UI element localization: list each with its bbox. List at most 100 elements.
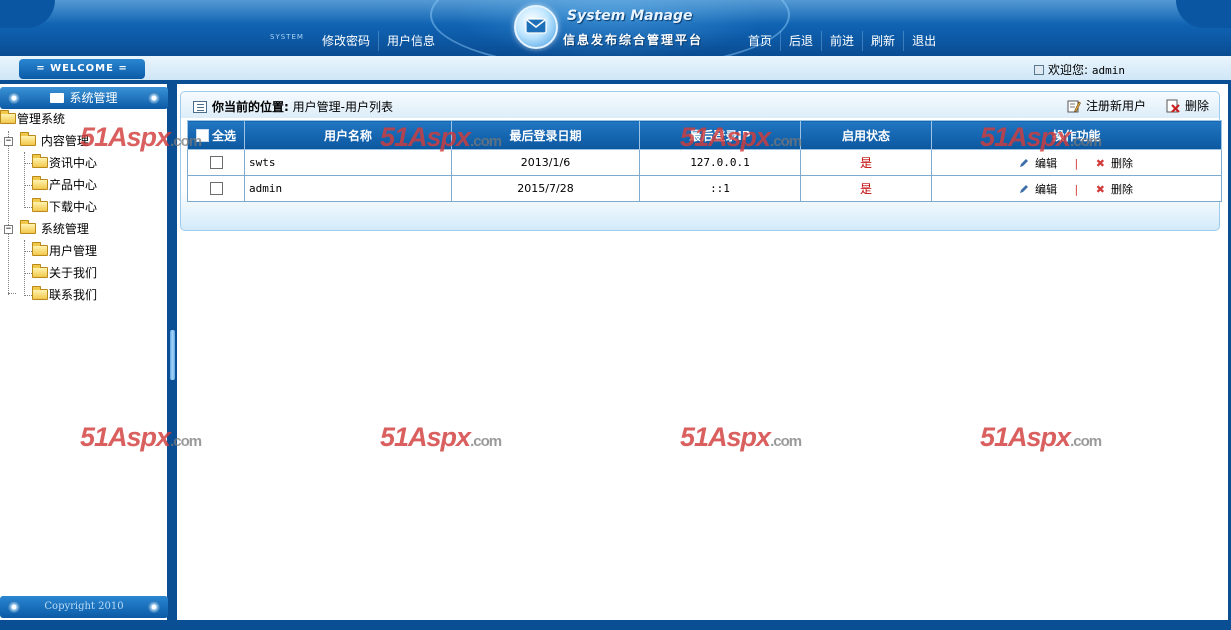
- tree-item-label: 用户管理: [49, 244, 98, 258]
- breadcrumb-path: 用户管理-用户列表: [292, 100, 393, 114]
- col-username: 用户名称: [244, 120, 452, 150]
- cell-username: swts: [244, 149, 452, 176]
- tree-item-downloads[interactable]: 下载中心: [32, 197, 97, 217]
- top-nav-right: 首页 后退 前进 刷新 退出: [740, 31, 944, 51]
- delete-link[interactable]: ✖ 删除: [1096, 157, 1133, 170]
- pencil-icon: [1020, 157, 1029, 167]
- tree-line: [24, 207, 32, 208]
- row-checkbox[interactable]: [209, 181, 223, 195]
- select-all-label: 全选: [211, 128, 236, 143]
- tree-item-products[interactable]: 产品中心: [32, 175, 97, 195]
- folder-icon: [32, 176, 48, 190]
- footer-knob-right-icon: [148, 601, 160, 613]
- tree-line: [24, 185, 32, 186]
- nav-refresh[interactable]: 刷新: [862, 31, 903, 51]
- nav-user-info[interactable]: 用户信息: [378, 31, 443, 51]
- tree-line: [24, 251, 32, 252]
- tree-item-news[interactable]: 资讯中心: [32, 153, 97, 173]
- select-all-header[interactable]: 全选: [187, 120, 245, 150]
- cell-status: 是: [800, 149, 932, 176]
- pencil-icon: [1020, 183, 1029, 193]
- footer-knob-left-icon: [8, 601, 20, 613]
- op-separator: |: [1074, 156, 1079, 170]
- tree-item-label: 联系我们: [49, 288, 98, 302]
- folder-icon: [32, 242, 48, 256]
- tree-item-label: 关于我们: [49, 266, 98, 280]
- sidebar: 系统管理 管理系统 − 内容管理 资讯中心 产品中心 下载中心 − 系统管理 用…: [0, 84, 168, 620]
- folder-icon: [32, 286, 48, 300]
- panel-header: 你当前的位置: 用户管理-用户列表 注册新用户 删除: [181, 92, 1219, 118]
- brand-chinese-title: 信息发布综合管理平台: [563, 33, 704, 47]
- delete-link[interactable]: ✖ 删除: [1096, 183, 1133, 196]
- col-last-login-date: 最后登录日期: [451, 120, 640, 150]
- tree-line: [24, 163, 32, 164]
- table-header-row: 全选 用户名称 最后登录日期 最后登录IP 启用状态 操作功能: [187, 120, 1222, 150]
- mail-logo-icon: [514, 5, 558, 49]
- folder-icon: [32, 198, 48, 212]
- delete-button[interactable]: 删除: [1166, 97, 1209, 114]
- sidebar-knob-right-icon: [148, 92, 160, 104]
- nav-forward[interactable]: 前进: [821, 31, 862, 51]
- user-card-icon: [1034, 65, 1044, 75]
- register-user-button[interactable]: 注册新用户: [1067, 97, 1146, 114]
- greeting-text: 欢迎您:: [1048, 63, 1089, 77]
- delete-link-label: 删除: [1110, 156, 1133, 170]
- row-checkbox[interactable]: [209, 155, 223, 169]
- collapse-icon[interactable]: −: [4, 137, 13, 146]
- register-user-label: 注册新用户: [1085, 99, 1146, 113]
- sidebar-footer: Copyright 2010: [0, 596, 168, 618]
- edit-label: 编辑: [1035, 182, 1058, 196]
- current-username: admin: [1091, 64, 1125, 77]
- edit-link[interactable]: 编辑: [1020, 183, 1057, 196]
- tree-item-users[interactable]: 用户管理: [32, 241, 97, 261]
- sidebar-header: 系统管理: [0, 87, 168, 109]
- tree-line: [8, 131, 9, 295]
- nav-home[interactable]: 首页: [740, 31, 780, 51]
- sidebar-splitter[interactable]: [169, 84, 177, 620]
- tree-item-about[interactable]: 关于我们: [32, 263, 97, 283]
- breadcrumb-label: 你当前的位置:: [212, 100, 289, 114]
- splitter-grip-handle[interactable]: [170, 330, 175, 380]
- red-x-icon: ✖: [1095, 156, 1105, 170]
- folder-icon: [20, 220, 36, 234]
- tree-group-label: 内容管理: [40, 134, 89, 148]
- folder-icon: [0, 110, 16, 124]
- tree-group-label: 系统管理: [40, 222, 89, 236]
- edit-link[interactable]: 编辑: [1020, 157, 1057, 170]
- tree-line: [8, 293, 16, 294]
- welcome-user: 欢迎您: admin: [1034, 61, 1125, 78]
- select-all-checkbox[interactable]: [195, 128, 209, 142]
- col-last-login-ip: 最后登录IP: [639, 120, 801, 150]
- panel-actions: 注册新用户 删除: [1047, 97, 1209, 114]
- tree-item-label: 资讯中心: [49, 156, 98, 170]
- col-operations: 操作功能: [931, 120, 1222, 150]
- main-content: 你当前的位置: 用户管理-用户列表 注册新用户 删除 全选 用户名称 最后登录日…: [177, 84, 1228, 620]
- top-header: System Manage 信息发布综合管理平台 SYSTEM 修改密码 用户信…: [0, 0, 1231, 56]
- delete-doc-icon: [1166, 99, 1180, 113]
- tree-group-content[interactable]: 内容管理: [20, 131, 89, 151]
- row-select-cell: [187, 149, 245, 176]
- op-separator: |: [1074, 182, 1079, 196]
- cell-operations: 编辑 | ✖ 删除: [931, 175, 1222, 202]
- tree-root[interactable]: 管理系统: [0, 109, 65, 129]
- row-select-cell: [187, 175, 245, 202]
- tree-root-label: 管理系统: [17, 112, 66, 126]
- tree-item-contact[interactable]: 联系我们: [32, 285, 97, 305]
- cell-username: admin: [244, 175, 452, 202]
- folder-icon: [32, 154, 48, 168]
- cell-last-login-ip: ::1: [639, 175, 801, 202]
- nav-back[interactable]: 后退: [780, 31, 821, 51]
- delete-label: 删除: [1184, 99, 1209, 113]
- edit-label: 编辑: [1035, 156, 1058, 170]
- nav-logout[interactable]: 退出: [903, 31, 944, 51]
- tree-group-system[interactable]: 系统管理: [20, 219, 89, 239]
- sidebar-title: 系统管理: [69, 91, 118, 105]
- cell-last-login-date: 2015/7/28: [451, 175, 640, 202]
- nav-change-password[interactable]: 修改密码: [314, 31, 378, 51]
- welcome-bar: = WELCOME = 欢迎您: admin: [0, 56, 1231, 82]
- collapse-icon[interactable]: −: [4, 225, 13, 234]
- cell-last-login-ip: 127.0.0.1: [639, 149, 801, 176]
- cell-last-login-date: 2013/1/6: [451, 149, 640, 176]
- table-row: admin 2015/7/28 ::1 是 编辑 | ✖ 删除: [187, 175, 1222, 202]
- list-page-icon: [193, 101, 207, 113]
